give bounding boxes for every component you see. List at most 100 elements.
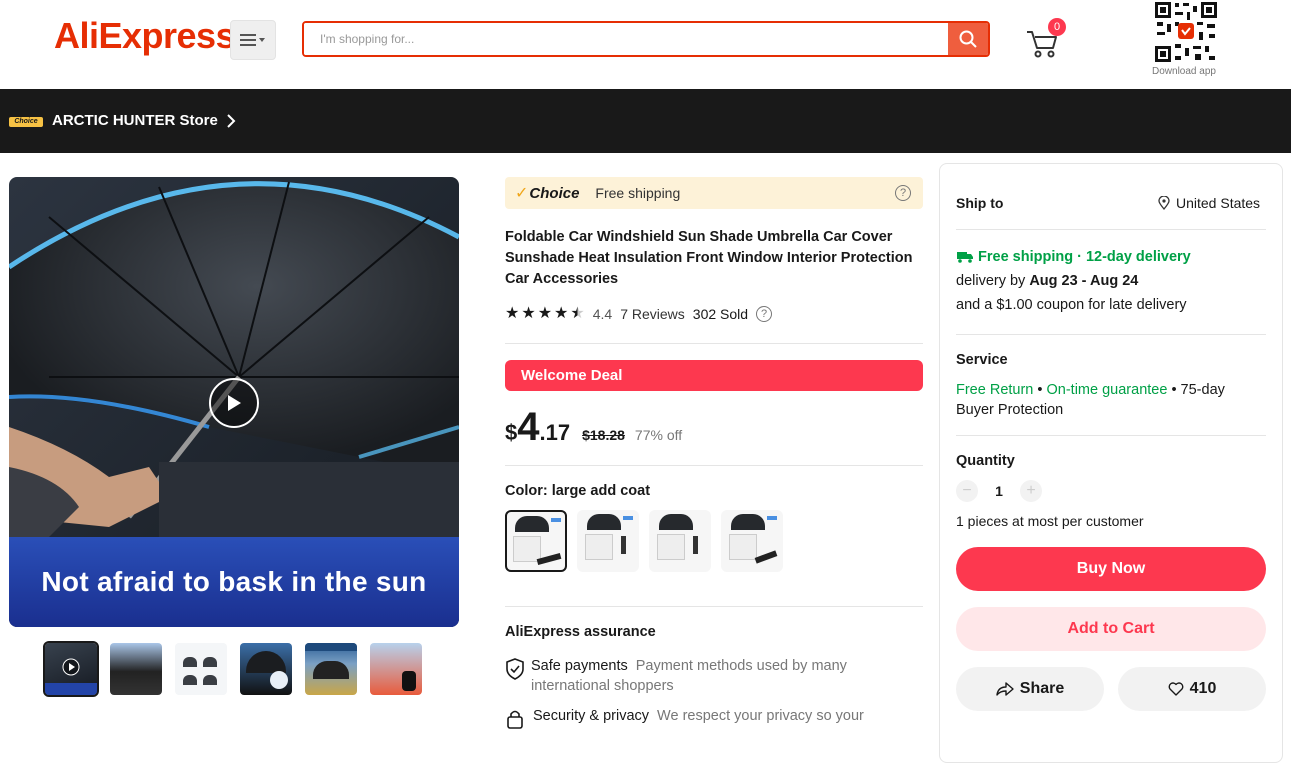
- menu-icon: [240, 34, 265, 46]
- divider: [505, 343, 923, 344]
- share-button[interactable]: Share: [956, 667, 1104, 711]
- wishlist-button[interactable]: 410: [1118, 667, 1266, 711]
- star-icon: ★: [505, 305, 520, 322]
- price-currency: $: [505, 420, 518, 445]
- share-label: Share: [1019, 680, 1065, 697]
- checkmark-icon: ✓: [515, 185, 529, 202]
- divider: [505, 465, 923, 466]
- wishlist-count: 410: [1189, 680, 1217, 697]
- qr-code-icon[interactable]: [1153, 0, 1219, 64]
- free-return-link[interactable]: Free Return: [956, 382, 1033, 398]
- store-name-link[interactable]: ARCTIC HUNTER Store: [52, 112, 218, 129]
- reviews-link[interactable]: 7 Reviews: [620, 306, 685, 322]
- buy-now-button[interactable]: Buy Now: [956, 547, 1266, 591]
- play-video-button[interactable]: [209, 378, 259, 428]
- thumbnail-image[interactable]: [240, 643, 292, 695]
- assurance-safe-payments: Safe payments Payment methods used by man…: [505, 656, 923, 696]
- service-details: Free Return • On-time guarantee • 75-day…: [956, 380, 1261, 420]
- price-integer: 4: [517, 405, 540, 449]
- free-delivery-text: Free shipping · 12-day delivery: [978, 249, 1191, 265]
- color-swatch[interactable]: [505, 510, 567, 572]
- quantity-limit-note: 1 pieces at most per customer: [956, 513, 1144, 529]
- site-header: AliExpress® 0: [0, 0, 1291, 89]
- decrease-quantity-button[interactable]: −: [956, 480, 978, 502]
- choice-free-shipping: Free shipping: [595, 185, 681, 201]
- assurance-desc: We respect your privacy so your: [657, 708, 864, 724]
- original-price: $18.28: [582, 427, 625, 443]
- thumbnail-image[interactable]: [110, 643, 162, 695]
- choice-store-badge: Choice: [9, 117, 43, 127]
- thumbnail-strip: [43, 641, 422, 697]
- rating-value: 4.4: [592, 306, 613, 322]
- choice-shipping-banner: ✓ Choice Free shipping ?: [505, 177, 923, 209]
- quantity-heading: Quantity: [956, 453, 1015, 469]
- cart-count-badge: 0: [1048, 18, 1066, 36]
- product-title: Foldable Car Windshield Sun Shade Umbrel…: [505, 229, 913, 287]
- choice-logo: ✓ Choice: [515, 183, 579, 203]
- help-icon[interactable]: ?: [756, 306, 773, 322]
- play-icon: [228, 395, 241, 411]
- aliexpress-logo[interactable]: AliExpress®: [54, 15, 242, 57]
- price-decimal: .17: [539, 420, 571, 445]
- assurance-title: Safe payments: [531, 658, 628, 674]
- divider: [956, 435, 1266, 436]
- delivery-dates: Aug 23 - Aug 24: [1029, 273, 1139, 289]
- discount-label: 77% off: [634, 427, 683, 443]
- chevron-right-icon[interactable]: [226, 114, 236, 128]
- download-app-label[interactable]: Download app: [1152, 66, 1216, 77]
- color-label: Color: large add coat: [505, 483, 651, 499]
- search-icon: [959, 30, 977, 48]
- divider: [956, 334, 1266, 335]
- help-icon[interactable]: ?: [895, 185, 911, 201]
- share-icon: [996, 682, 1014, 696]
- choice-label: Choice: [529, 184, 580, 202]
- thumbnail-image[interactable]: [175, 643, 227, 695]
- late-delivery-coupon: and a $1.00 coupon for late delivery: [956, 297, 1187, 313]
- heart-icon: [1168, 682, 1184, 696]
- thumbnail-video[interactable]: [43, 641, 99, 697]
- search-bar: [302, 21, 990, 57]
- service-separator: •: [1033, 382, 1047, 398]
- cart-button[interactable]: 0: [1024, 18, 1070, 58]
- logo-text: AliExpress: [54, 15, 236, 56]
- delivery-by-label: delivery by: [956, 273, 1026, 289]
- color-swatch[interactable]: [577, 510, 639, 572]
- color-swatch[interactable]: [649, 510, 711, 572]
- free-shipping-delivery: Free shipping · 12-day delivery: [956, 249, 1191, 265]
- thumbnail-image[interactable]: [305, 643, 357, 695]
- divider: [505, 606, 923, 607]
- service-heading: Service: [956, 352, 1008, 368]
- ship-to-label: Ship to: [956, 195, 1004, 211]
- increase-quantity-button[interactable]: +: [1020, 480, 1042, 502]
- assurance-security-privacy: Security & privacy We respect your privac…: [505, 706, 923, 734]
- delivery-date-row: delivery by Aug 23 - Aug 24: [956, 273, 1138, 289]
- welcome-deal-banner: Welcome Deal: [505, 360, 923, 391]
- star-rating: ★ ★ ★ ★ ★: [505, 306, 585, 322]
- color-swatches: [505, 510, 783, 572]
- store-bar: Choice ARCTIC HUNTER Store: [0, 89, 1291, 153]
- add-to-cart-button[interactable]: Add to Cart: [956, 607, 1266, 651]
- country-name: United States: [1176, 195, 1261, 211]
- ship-to-country[interactable]: United States: [1158, 195, 1260, 211]
- lock-icon: [505, 706, 527, 734]
- divider: [956, 229, 1266, 230]
- thumbnail-image[interactable]: [370, 643, 422, 695]
- quantity-value[interactable]: 1: [978, 483, 1020, 499]
- image-caption-banner: Not afraid to bask in the sun: [9, 537, 459, 627]
- color-swatch[interactable]: [721, 510, 783, 572]
- sold-count: 302 Sold: [692, 306, 749, 322]
- main-product-image[interactable]: Not afraid to bask in the sun: [9, 177, 459, 627]
- categories-menu-button[interactable]: [230, 20, 276, 60]
- search-input[interactable]: [304, 23, 948, 55]
- price-row: $ 4 .17 $18.28 77% off: [505, 405, 682, 450]
- star-icon: ★: [537, 305, 553, 322]
- rating-row: ★ ★ ★ ★ ★ 4.4 7 Reviews 302 Sold ?: [505, 306, 773, 322]
- assurance-title: Security & privacy: [533, 708, 650, 724]
- play-icon: [62, 658, 80, 676]
- truck-icon: [957, 252, 973, 263]
- search-button[interactable]: [948, 23, 988, 55]
- half-star-icon: ★: [570, 305, 585, 322]
- on-time-guarantee-link[interactable]: On-time guarantee: [1047, 382, 1168, 398]
- assurance-heading: AliExpress assurance: [505, 624, 656, 640]
- quantity-stepper: − 1 +: [956, 480, 1042, 502]
